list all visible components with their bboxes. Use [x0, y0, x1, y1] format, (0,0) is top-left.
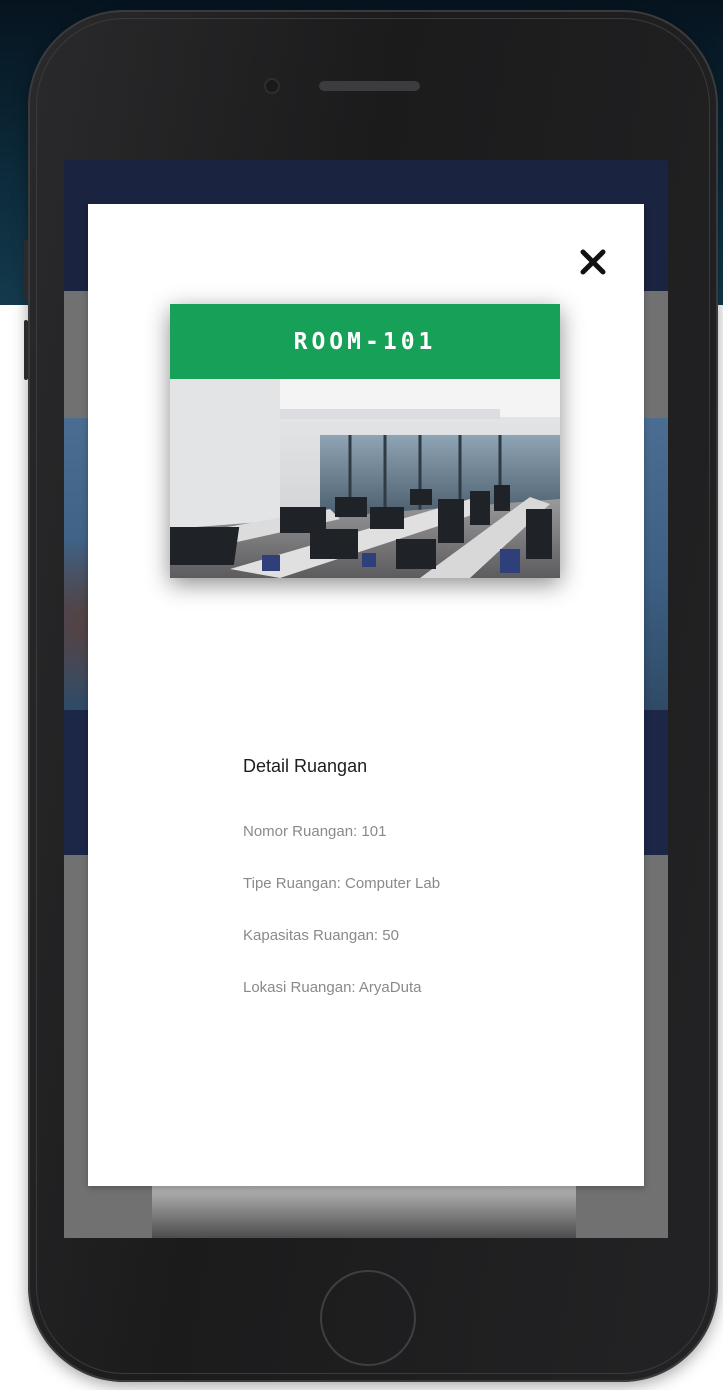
- room-card[interactable]: ROOM-101: [170, 304, 560, 578]
- room-location: Lokasi Ruangan: AryaDuta: [243, 979, 422, 996]
- home-button[interactable]: [320, 1270, 416, 1366]
- room-details: Detail Ruangan Nomor Ruangan: 101 Tipe R…: [243, 756, 623, 1031]
- room-number: Nomor Ruangan: 101: [243, 823, 387, 840]
- close-icon[interactable]: [575, 244, 611, 280]
- background-room-thumbnail: [152, 1185, 576, 1238]
- phone-screen: ROOM-101 Detail Ruangan Nomor Ruangan: 1…: [64, 160, 668, 1238]
- room-type: Tipe Ruangan: Computer Lab: [243, 875, 441, 892]
- volume-button: [24, 240, 28, 300]
- room-detail-modal: ROOM-101 Detail Ruangan Nomor Ruangan: 1…: [88, 204, 644, 1186]
- speaker-grille: [319, 81, 420, 91]
- room-photo: [170, 379, 560, 578]
- camera-icon: [266, 80, 278, 92]
- room-card-title: ROOM-101: [170, 304, 560, 379]
- room-capacity: Kapasitas Ruangan: 50: [243, 927, 399, 944]
- phone-frame: ROOM-101 Detail Ruangan Nomor Ruangan: 1…: [24, 10, 718, 1382]
- details-heading: Detail Ruangan: [243, 756, 368, 776]
- volume-button: [24, 320, 28, 380]
